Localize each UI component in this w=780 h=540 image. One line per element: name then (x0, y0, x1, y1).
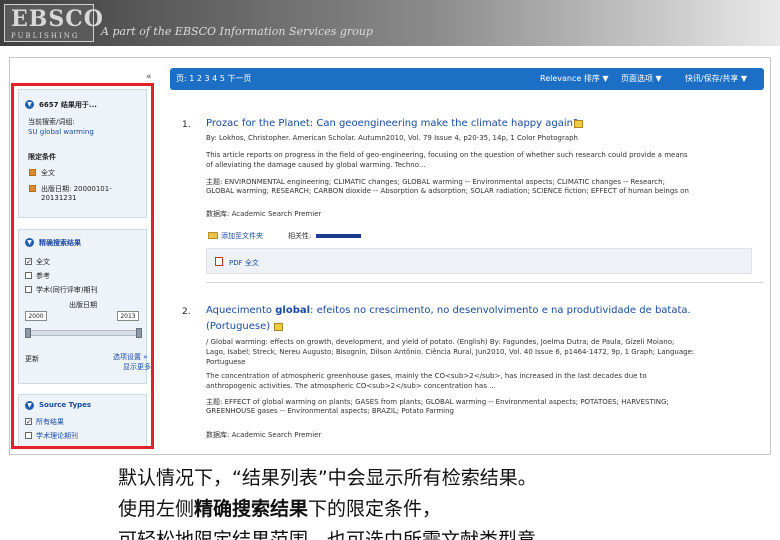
sidebar-collapse-icon[interactable]: « (146, 72, 152, 82)
result-title-link[interactable]: Prozac for the Planet: Can geoengineerin… (206, 118, 578, 129)
result-database: 数据库: Academic Search Premier (206, 210, 322, 218)
preview-icon[interactable] (274, 323, 283, 331)
references-checkbox[interactable] (25, 272, 32, 279)
show-more-options-link[interactable]: 显示更多 (123, 362, 151, 372)
remove-limiter-icon[interactable] (29, 185, 36, 192)
result-subjects: 主题: EFFECT of global warming on plants; … (206, 398, 669, 406)
result-title-link[interactable]: Aquecimento global: efeitos no crescimen… (206, 305, 691, 316)
results-toolbar: 页: 1 2 3 4 5 下一页 Relevance 排序 ▼ 页面选项 ▼ 快… (170, 68, 764, 90)
date-slider-track[interactable] (25, 330, 138, 336)
result-count: 6657 结果用于... (39, 101, 97, 109)
limiter-fulltext: 全文 (41, 169, 55, 177)
result-number: 1. (182, 120, 191, 130)
date-to-input[interactable]: 2013 (117, 311, 139, 321)
fulltext-links-box: PDF 全文 (206, 248, 752, 274)
result-number: 2. (182, 307, 191, 317)
result-line: Portuguese (206, 358, 246, 366)
limiter-pubdate-cont: 20131231 (41, 194, 77, 202)
logo-name: EBSCO (11, 6, 104, 32)
results-screenshot: ▼ 6657 结果用于... 当前搜索/词组: SU global warmin… (9, 57, 771, 455)
result-subjects: 主题: ENVIRONMENTAL engineering; CLIMATIC … (206, 178, 665, 186)
date-from-input[interactable]: 2000 (25, 311, 47, 321)
result-subjects-cont: GREENHOUSE gases -- Environmental aspect… (206, 407, 454, 415)
caption-line-1: 默认情况下，“结果列表”中会显示所有检索结果。 (118, 467, 537, 489)
preview-icon[interactable] (574, 120, 583, 128)
folder-icon[interactable] (208, 232, 218, 239)
academic-journals-checkbox[interactable] (25, 432, 32, 439)
result-byline: By: Lokhos, Christopher. American Schola… (206, 134, 578, 142)
publisher-banner: EBSCO PUBLISHING A part of the EBSCO Inf… (0, 0, 780, 46)
relevance-label: 相关性: (288, 232, 312, 240)
pub-date-label: 出版日期 (69, 301, 97, 309)
all-results-checkbox[interactable]: ✓ (25, 418, 32, 426)
result-title-lang[interactable]: (Portuguese) (206, 321, 270, 332)
collapse-icon[interactable]: ▼ (25, 100, 34, 109)
pagination[interactable]: 页: 1 2 3 4 5 下一页 (176, 73, 251, 84)
add-to-folder-link[interactable]: 添加至文件夹 (221, 231, 263, 241)
source-all-results: 所有结果 (36, 418, 64, 426)
option-peer-reviewed: 学术(同行评审)期刊 (36, 286, 98, 294)
source-academic-journals: 学术理论期刊 (36, 432, 78, 440)
pdf-icon[interactable] (215, 257, 223, 266)
current-search-value[interactable]: SU global warming (28, 128, 94, 136)
result-line: / Global warming: effects on growth, dev… (206, 338, 675, 346)
result-abstract: This article reports on progress in the … (206, 151, 688, 159)
caption-line-2: 使用左侧精确搜索结果下的限定条件， (118, 498, 442, 520)
page-options-dropdown[interactable]: 页面选项 ▼ (621, 73, 662, 84)
logo-sub: PUBLISHING (11, 32, 80, 40)
result-abstract: The concentration of atmospheric greenho… (206, 372, 647, 380)
current-search-panel: ▼ 6657 结果用于... 当前搜索/词组: SU global warmin… (18, 89, 147, 218)
result-subjects-cont: GLOBAL warming; RESEARCH; CARBON dioxide… (206, 187, 689, 195)
show-more-link[interactable]: 选项设置 » (113, 352, 148, 362)
option-fulltext: 全文 (36, 258, 50, 266)
option-references: 参考 (36, 272, 50, 280)
result-line: Lago, Isabel; Streck, Nereu Augusto; Bis… (206, 348, 695, 356)
source-types-heading: Source Types (39, 401, 92, 409)
refine-sidebar: ▼ 6657 结果用于... 当前搜索/词组: SU global warmin… (11, 83, 154, 449)
result-abstract-cont: of alleviating the damage caused by glob… (206, 161, 426, 169)
pdf-fulltext-link[interactable]: PDF 全文 (229, 258, 259, 268)
remove-limiter-icon[interactable] (29, 169, 36, 176)
sort-dropdown[interactable]: Relevance 排序 ▼ (540, 73, 609, 84)
peer-reviewed-checkbox[interactable] (25, 286, 32, 293)
source-types-panel: ▼ Source Types ✓ 所有结果 学术理论期刊 (18, 394, 147, 446)
collapse-icon[interactable]: ▼ (25, 238, 34, 247)
relevance-bar (316, 234, 361, 238)
refine-results-panel: ▼ 精确搜索结果 ✓ 全文 参考 学术(同行评审)期刊 出版日期 2000 20… (18, 229, 151, 384)
date-slider-end-handle[interactable] (136, 328, 142, 338)
current-search-label: 当前搜索/词组: (28, 118, 75, 126)
share-dropdown[interactable]: 快讯/保存/共享 ▼ (685, 73, 747, 84)
fulltext-checkbox[interactable]: ✓ (25, 258, 32, 266)
result-abstract-cont: anthropogenic activities. The atmospheri… (206, 382, 496, 390)
limiters-heading: 限定条件 (28, 153, 56, 161)
caption-line-3: 可轻松地限定结果范围，也可选中所需文献类型意 (118, 529, 537, 540)
collapse-icon[interactable]: ▼ (25, 401, 34, 410)
banner-tagline: A part of the EBSCO Information Services… (101, 25, 373, 38)
ebsco-logo: EBSCO PUBLISHING (4, 4, 103, 42)
update-button[interactable]: 更新 (25, 354, 39, 364)
date-slider-start-handle[interactable] (25, 328, 31, 338)
result-database: 数据库: Academic Search Premier (206, 431, 322, 439)
refine-heading: 精确搜索结果 (39, 239, 81, 247)
limiter-pubdate: 出版日期: 20000101- (41, 185, 112, 193)
result-divider (206, 282, 764, 283)
